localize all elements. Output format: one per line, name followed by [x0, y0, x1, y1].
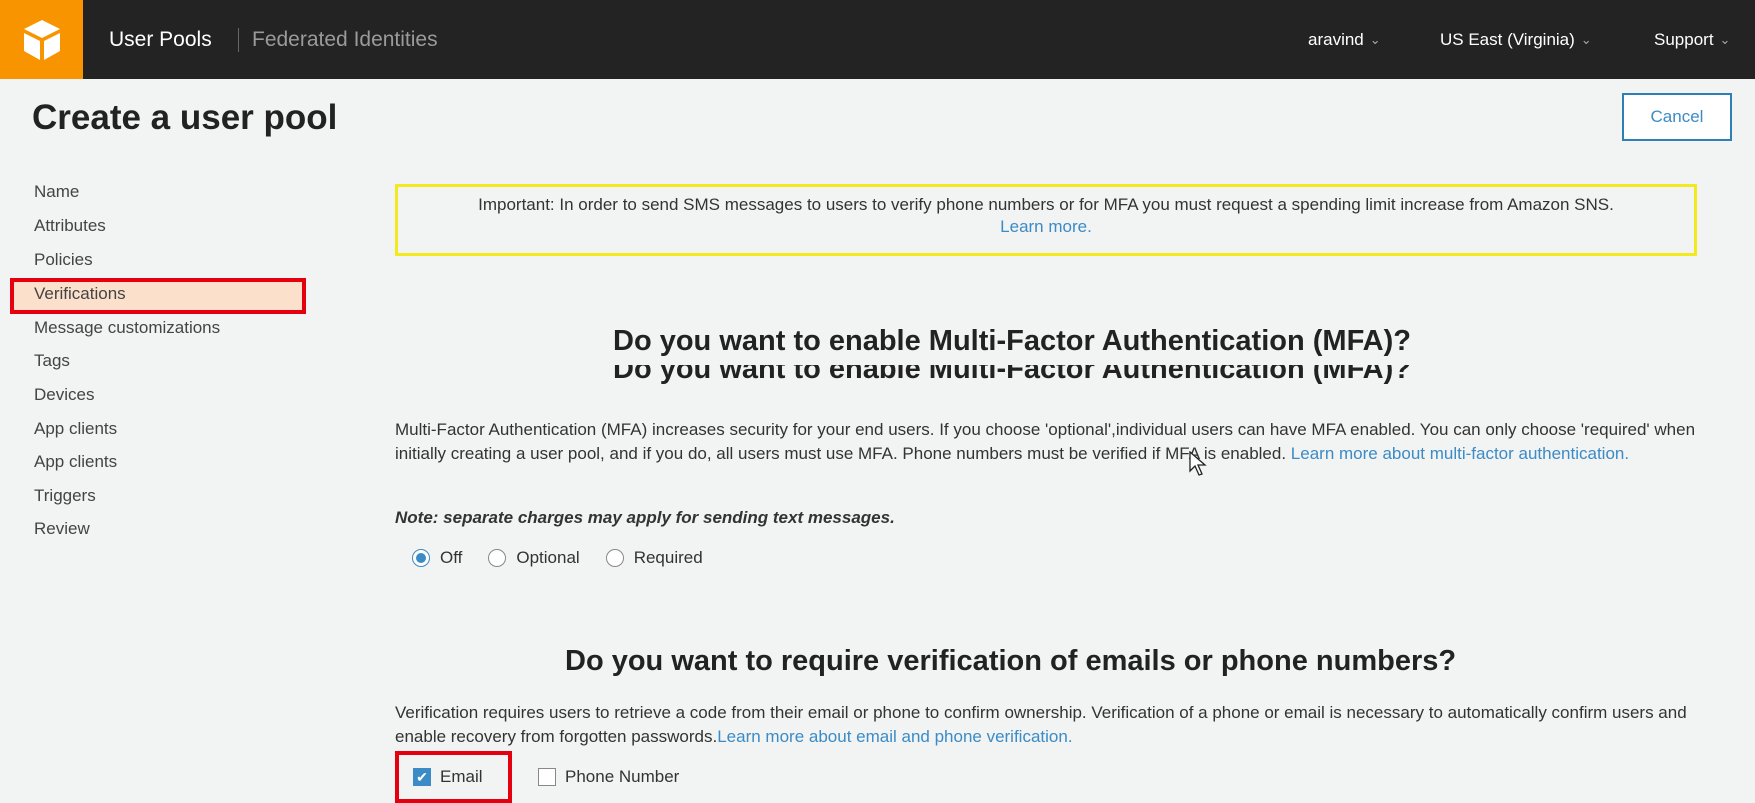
notice-text: Important: In order to send SMS messages…	[478, 195, 1614, 214]
phone-number-checkbox-label: Phone Number	[565, 767, 680, 786]
sidebar-item-verifications[interactable]: Verifications	[34, 284, 126, 304]
verification-description: Verification requires users to retrieve …	[395, 701, 1715, 749]
page-title: Create a user pool	[32, 98, 338, 137]
email-checkbox-label: Email	[440, 767, 483, 786]
sidebar-item-app-clients[interactable]: App clients	[34, 452, 117, 472]
checkbox-checked-icon[interactable]: ✔	[413, 768, 431, 786]
radio-unselected-icon[interactable]	[488, 549, 507, 567]
notice-learn-more-link[interactable]: Learn more.	[398, 217, 1694, 237]
top-navigation-bar: User Pools Federated Identities aravind …	[0, 0, 1755, 79]
mfa-heading-duplicate-text: Do you want to enable Multi-Factor Authe…	[613, 365, 1411, 385]
sidebar-item-devices[interactable]: Devices	[34, 385, 94, 405]
sidebar-item-attributes[interactable]: Attributes	[34, 216, 106, 236]
phone-number-checkbox[interactable]: Phone Number	[538, 767, 679, 787]
user-menu[interactable]: aravind ⌄	[1308, 30, 1381, 50]
sms-spending-limit-notice: Important: In order to send SMS messages…	[395, 184, 1697, 256]
radio-selected-icon[interactable]	[412, 549, 430, 567]
sidebar-item-policies[interactable]: Policies	[34, 250, 93, 270]
cancel-button[interactable]: Cancel	[1622, 93, 1732, 141]
sidebar-item-app-clients[interactable]: App clients	[34, 419, 117, 439]
sidebar-item-tags[interactable]: Tags	[34, 351, 70, 371]
mfa-options: Off Optional Required	[412, 548, 729, 568]
sidebar-item-message-customizations[interactable]: Message customizations	[34, 318, 220, 338]
sidebar-item-name[interactable]: Name	[34, 182, 79, 202]
mfa-heading-duplicate: Do you want to enable Multi-Factor Authe…	[613, 365, 1411, 387]
support-menu[interactable]: Support ⌄	[1654, 30, 1730, 50]
mouse-cursor-icon	[1189, 450, 1207, 482]
checkbox-unchecked-icon[interactable]	[538, 768, 556, 786]
verification-heading: Do you want to require verification of e…	[565, 645, 1457, 677]
mfa-learn-more-link[interactable]: Learn more about multi-factor authentica…	[1291, 444, 1629, 463]
mfa-option-off[interactable]: Off	[412, 548, 462, 568]
sidebar-item-triggers[interactable]: Triggers	[34, 486, 96, 506]
mfa-charges-note: Note: separate charges may apply for sen…	[395, 508, 895, 527]
mfa-option-off-label: Off	[440, 548, 463, 567]
mfa-option-required[interactable]: Required	[605, 548, 703, 568]
user-menu-label: aravind	[1308, 30, 1364, 49]
chevron-down-icon: ⌄	[1580, 32, 1592, 47]
mfa-option-required-label: Required	[633, 548, 703, 567]
nav-divider	[238, 28, 239, 52]
mfa-option-optional[interactable]: Optional	[488, 548, 580, 568]
region-menu-label: US East (Virginia)	[1440, 30, 1575, 49]
email-checkbox[interactable]: ✔ Email	[413, 767, 483, 787]
support-menu-label: Support	[1654, 30, 1714, 49]
mfa-description: Multi-Factor Authentication (MFA) increa…	[395, 418, 1715, 466]
radio-unselected-icon[interactable]	[605, 549, 624, 567]
mfa-heading: Do you want to enable Multi-Factor Authe…	[613, 325, 1411, 357]
sidebar-item-review[interactable]: Review	[34, 519, 90, 539]
aws-cube-logo-icon[interactable]	[0, 0, 83, 79]
region-menu[interactable]: US East (Virginia) ⌄	[1440, 30, 1592, 50]
chevron-down-icon: ⌄	[1719, 32, 1731, 47]
chevron-down-icon: ⌄	[1369, 32, 1381, 47]
mfa-option-optional-label: Optional	[516, 548, 580, 567]
verification-learn-more-link[interactable]: Learn more about email and phone verific…	[717, 727, 1072, 746]
nav-user-pools[interactable]: User Pools	[109, 28, 212, 52]
nav-federated-identities[interactable]: Federated Identities	[252, 28, 438, 52]
